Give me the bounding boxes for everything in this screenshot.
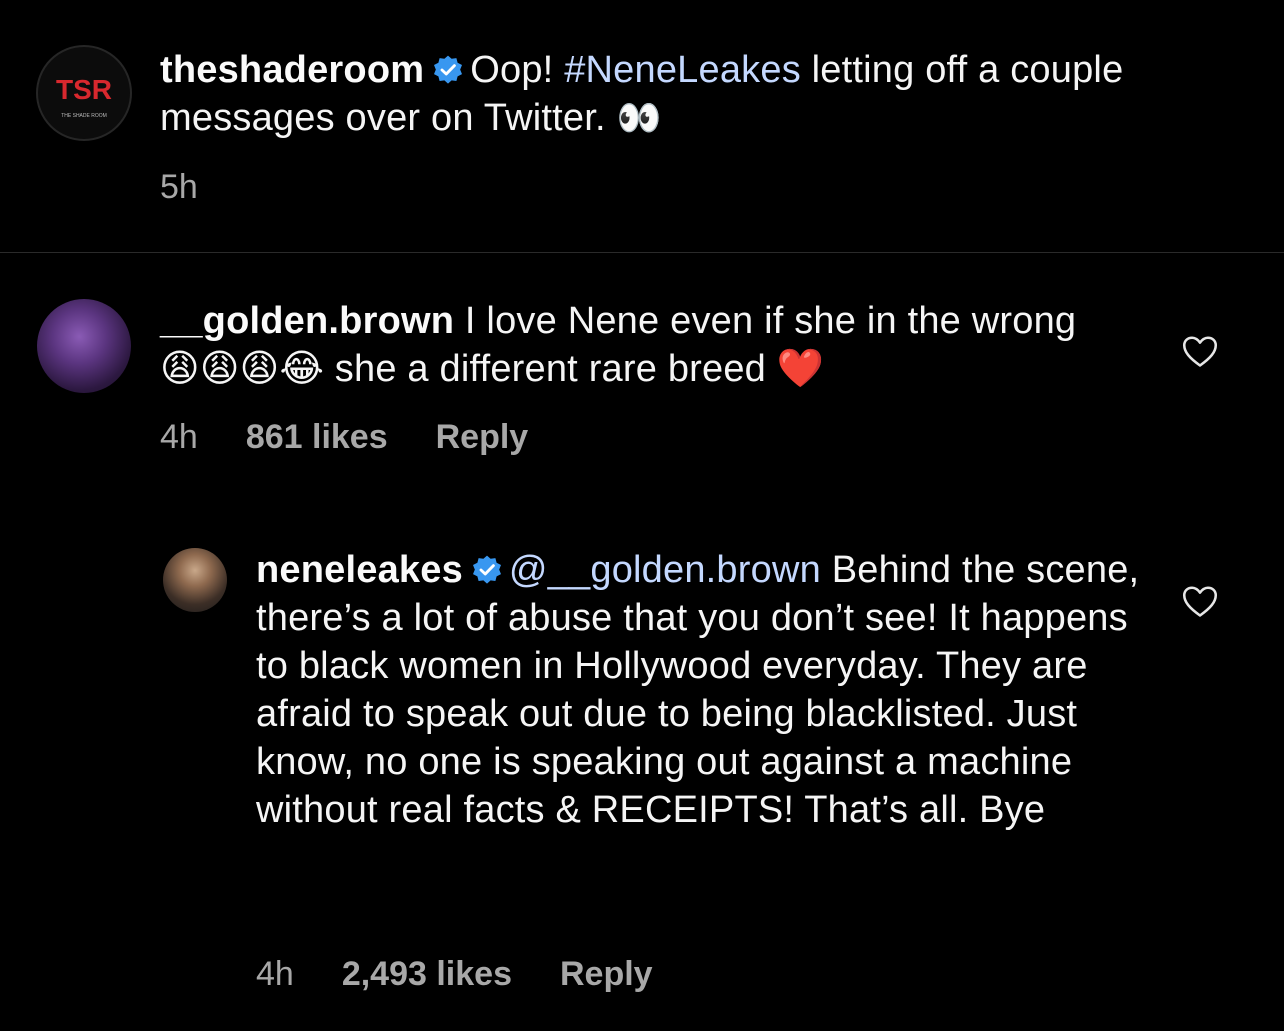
svg-text:THE SHADE ROOM: THE SHADE ROOM bbox=[61, 113, 107, 119]
verified-badge-icon bbox=[434, 55, 463, 84]
reply-username[interactable]: neneleakes bbox=[256, 549, 463, 591]
reply-body: Behind the scene, there’s a lot of abuse… bbox=[256, 549, 1140, 831]
comment-text: __golden.brown I love Nene even if she i… bbox=[160, 297, 1120, 393]
comment-username[interactable]: __golden.brown bbox=[160, 300, 454, 342]
golden-brown-avatar[interactable] bbox=[37, 299, 131, 393]
eyes-emoji: 👀 bbox=[616, 97, 662, 138]
caption-text: theshaderoom Oop! #NeneLeakes letting off… bbox=[160, 46, 1160, 142]
reply-time: 4h bbox=[256, 955, 294, 993]
comment-meta: 4h 861 likes Reply bbox=[160, 418, 528, 457]
caption-text-before: Oop! bbox=[470, 49, 565, 91]
svg-text:TSR: TSR bbox=[56, 74, 112, 105]
caption-username[interactable]: theshaderoom bbox=[160, 49, 424, 91]
reply-meta: 4h 2,493 likes Reply bbox=[256, 955, 653, 994]
hashtag-link[interactable]: #NeneLeakes bbox=[564, 49, 801, 91]
verified-badge-icon bbox=[472, 555, 501, 584]
reply-button[interactable]: Reply bbox=[436, 418, 529, 456]
like-heart-icon[interactable] bbox=[1182, 335, 1218, 369]
reply-text: neneleakes @__golden.brown Behind the sce… bbox=[256, 546, 1156, 834]
theshaderoom-avatar[interactable]: TSR THE SHADE ROOM bbox=[36, 45, 132, 141]
post-caption: TSR THE SHADE ROOM theshaderoom Oop! #Nen… bbox=[0, 0, 1284, 253]
reply-likes[interactable]: 2,493 likes bbox=[342, 955, 512, 993]
comment-time: 4h bbox=[160, 418, 198, 456]
neneleakes-avatar[interactable] bbox=[163, 548, 227, 612]
like-heart-icon[interactable] bbox=[1182, 585, 1218, 619]
comment-likes[interactable]: 861 likes bbox=[246, 418, 388, 456]
tsr-logo-icon: TSR THE SHADE ROOM bbox=[56, 74, 112, 119]
caption-time: 5h bbox=[160, 168, 198, 206]
mention-link[interactable]: @__golden.brown bbox=[509, 549, 821, 591]
reply-button[interactable]: Reply bbox=[560, 955, 653, 993]
caption-meta: 5h bbox=[160, 168, 198, 207]
